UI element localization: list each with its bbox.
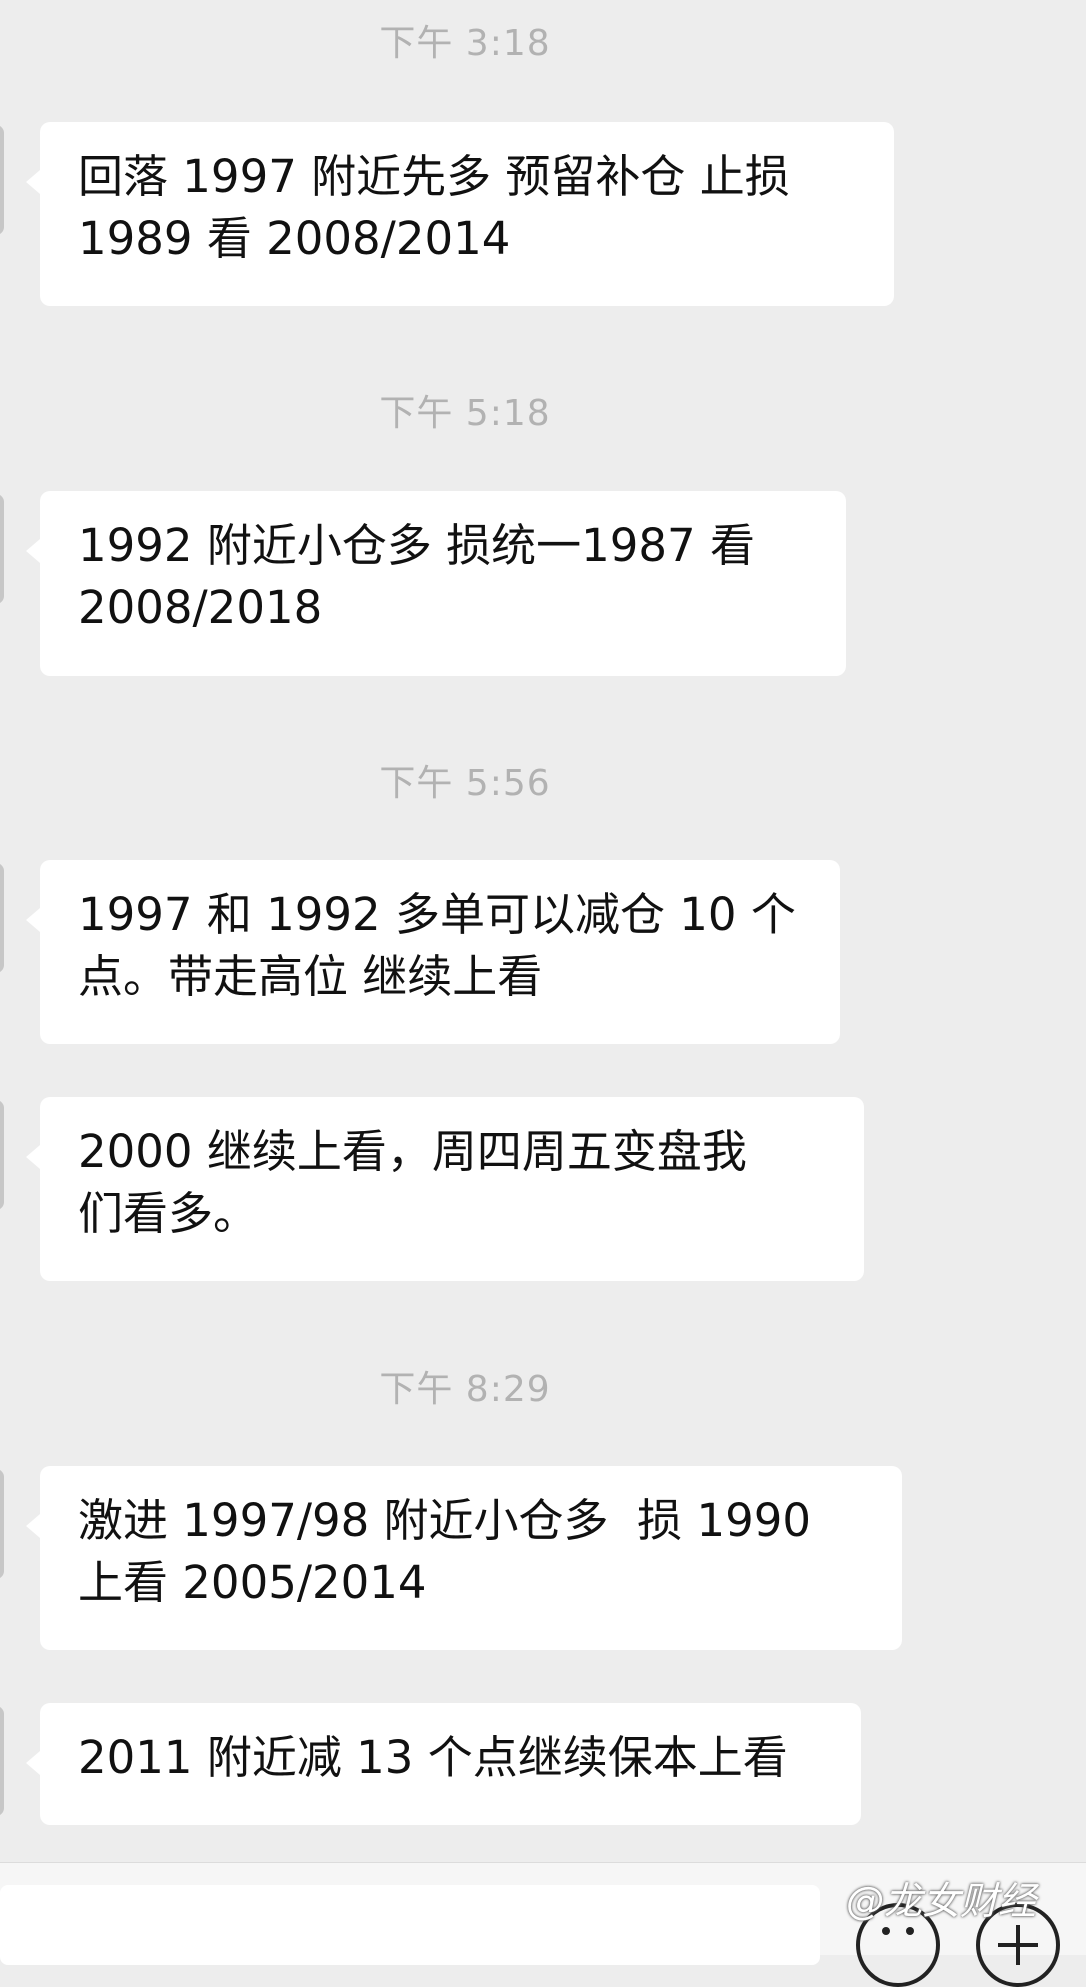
timestamp: 下午 8:29 [379, 1369, 551, 1410]
message-bubble[interactable]: 1997 和 1992 多单可以减仓 10 个 点。带走高位 继续上看 [26, 860, 840, 1044]
timestamp: 下午 5:18 [379, 393, 551, 434]
avatar[interactable] [0, 125, 4, 235]
chat-area[interactable]: 下午 3:18 回落 1997 附近先多 预留补仓 止损 1989 看 2008… [0, 0, 1086, 1862]
message-bubble[interactable]: 2000 继续上看，周四周五变盘我 们看多。 [26, 1097, 864, 1281]
emoji-eye [906, 1927, 914, 1935]
message-bubble[interactable]: 回落 1997 附近先多 预留补仓 止损 1989 看 2008/2014 [26, 122, 894, 306]
avatar[interactable] [0, 1469, 4, 1579]
watermark: @龙女财经 [846, 1879, 1037, 1923]
avatar[interactable] [0, 1706, 4, 1816]
message-bubble[interactable]: 1992 附近小仓多 损统一1987 看 2008/2018 [26, 491, 846, 676]
plus-bar-vertical [1016, 1925, 1020, 1965]
avatar[interactable] [0, 1100, 4, 1210]
message-bubble[interactable]: 激进 1997/98 附近小仓多 损 1990 上看 2005/2014 [26, 1466, 902, 1650]
avatar[interactable] [0, 494, 4, 604]
message-bubble[interactable]: 2011 附近减 13 个点继续保本上看 [26, 1703, 861, 1825]
emoji-eye [882, 1927, 890, 1935]
avatar[interactable] [0, 863, 4, 973]
timestamp: 下午 5:56 [379, 763, 551, 804]
message-input[interactable] [0, 1885, 820, 1965]
timestamp: 下午 3:18 [379, 23, 551, 64]
